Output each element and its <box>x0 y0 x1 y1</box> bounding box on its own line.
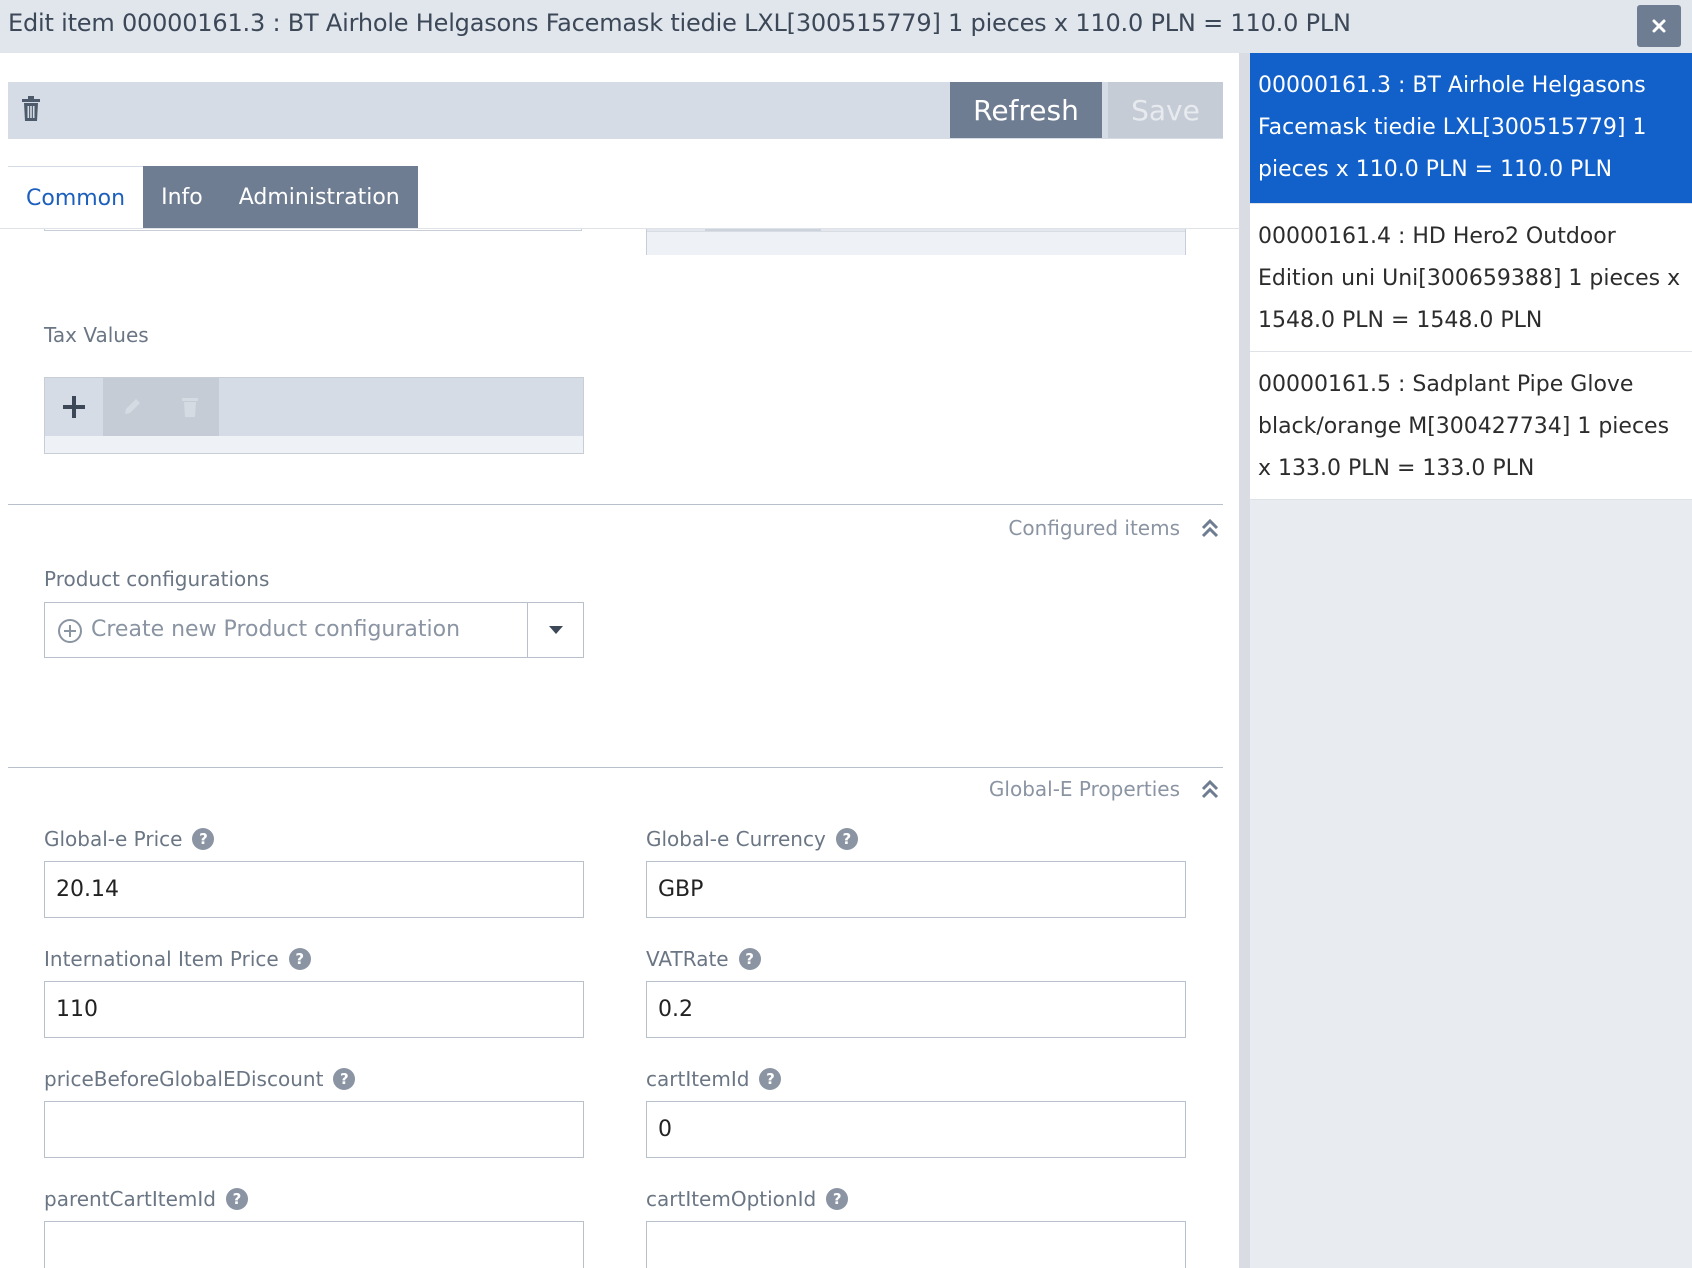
configured-items-section-title: Configured items <box>1008 516 1180 540</box>
vat-rate-input[interactable] <box>646 981 1186 1038</box>
tab-bar: Common Info Administration <box>8 166 418 229</box>
parent-cart-item-id-label-text: parentCartItemId <box>44 1187 216 1211</box>
price-before-discount-label: priceBeforeGlobalEDiscount? <box>44 1067 356 1091</box>
help-icon[interactable]: ? <box>759 1068 782 1090</box>
product-configuration-placeholder: Create new Product configuration <box>91 617 461 642</box>
refresh-button[interactable]: Refresh <box>950 82 1102 138</box>
tax-values-grid <box>44 377 584 454</box>
product-configuration-combo[interactable]: Create new Product configuration <box>44 602 584 658</box>
global-e-price-label-text: Global-e Price <box>44 827 183 851</box>
chevron-up-double-icon <box>1201 518 1219 538</box>
plus-circle-icon <box>58 619 82 643</box>
help-icon[interactable]: ? <box>225 1188 248 1210</box>
tax-values-label: Tax Values <box>44 323 149 347</box>
close-icon <box>1652 19 1666 33</box>
field-stub <box>44 229 582 231</box>
global-e-price-input[interactable] <box>44 861 584 918</box>
help-icon[interactable]: ? <box>192 828 215 850</box>
combo-dropdown-button[interactable] <box>527 603 583 657</box>
section-divider <box>8 767 1223 768</box>
parent-cart-item-id-label: parentCartItemId? <box>44 1187 248 1211</box>
international-item-price-label: International Item Price? <box>44 947 311 971</box>
help-icon[interactable]: ? <box>288 948 311 970</box>
cart-item-option-id-input[interactable] <box>646 1221 1186 1268</box>
price-before-discount-label-text: priceBeforeGlobalEDiscount <box>44 1067 324 1091</box>
vat-rate-label-text: VATRate <box>646 947 729 971</box>
international-item-price-input[interactable] <box>44 981 584 1038</box>
window-titlebar: Edit item 00000161.3 : BT Airhole Helgas… <box>0 0 1692 53</box>
tab-common[interactable]: Common <box>8 166 144 229</box>
cart-item-id-label: cartItemId? <box>646 1067 782 1091</box>
toolbar: Refresh Save <box>8 82 1223 139</box>
help-icon[interactable]: ? <box>738 948 761 970</box>
plus-icon <box>63 396 85 418</box>
help-icon[interactable]: ? <box>835 828 858 850</box>
vat-rate-label: VATRate? <box>646 947 761 971</box>
global-e-currency-input[interactable] <box>646 861 1186 918</box>
price-before-discount-input[interactable] <box>44 1101 584 1158</box>
tab-info[interactable]: Info <box>143 166 221 229</box>
global-e-currency-label: Global-e Currency? <box>646 827 858 851</box>
global-e-section-title: Global-E Properties <box>988 777 1180 801</box>
help-icon[interactable]: ? <box>826 1188 849 1210</box>
trash-icon <box>22 96 40 121</box>
tab-administration[interactable]: Administration <box>221 166 418 229</box>
window-title: Edit item 00000161.3 : BT Airhole Helgas… <box>8 9 1351 37</box>
sidebar-item-00000161-4[interactable]: 00000161.4 : HD Hero2 Outdoor Edition un… <box>1250 204 1692 352</box>
edit-tax-button[interactable] <box>103 378 161 436</box>
product-configurations-label: Product configurations <box>44 567 270 591</box>
grid-stub <box>646 229 1186 255</box>
tab-content-scroll[interactable]: Tax Values Configured items Product conf… <box>0 229 1240 1268</box>
global-e-currency-label-text: Global-e Currency <box>646 827 826 851</box>
pencil-icon <box>125 399 140 414</box>
cart-item-id-input[interactable] <box>646 1101 1186 1158</box>
cart-item-id-label-text: cartItemId <box>646 1067 750 1091</box>
chevron-up-double-icon <box>1201 779 1219 799</box>
delete-item-button[interactable] <box>20 96 42 122</box>
global-e-price-label: Global-e Price? <box>44 827 215 851</box>
international-item-price-label-text: International Item Price <box>44 947 279 971</box>
help-icon[interactable]: ? <box>333 1068 356 1090</box>
trash-icon <box>182 398 198 417</box>
section-divider <box>8 504 1223 505</box>
grid-stub-footer <box>647 231 1185 255</box>
sidebar-item-00000161-3[interactable]: 00000161.3 : BT Airhole Helgasons Facema… <box>1250 53 1692 204</box>
caret-down-icon <box>548 626 563 634</box>
close-button[interactable] <box>1637 5 1681 47</box>
save-button[interactable]: Save <box>1108 82 1223 138</box>
items-sidebar: 00000161.3 : BT Airhole Helgasons Facema… <box>1240 53 1692 1268</box>
cart-item-option-id-label-text: cartItemOptionId <box>646 1187 817 1211</box>
add-tax-button[interactable] <box>45 378 103 436</box>
delete-tax-button[interactable] <box>161 378 219 436</box>
global-e-section-toggle[interactable]: Global-E Properties <box>989 777 1220 801</box>
cart-item-option-id-label: cartItemOptionId? <box>646 1187 849 1211</box>
sidebar-item-00000161-5[interactable]: 00000161.5 : Sadplant Pipe Glove black/o… <box>1250 352 1692 500</box>
parent-cart-item-id-input[interactable] <box>44 1221 584 1268</box>
configured-items-section-toggle[interactable]: Configured items <box>1008 516 1220 540</box>
edit-panel: Refresh Save Common Info Administration … <box>0 53 1240 1268</box>
